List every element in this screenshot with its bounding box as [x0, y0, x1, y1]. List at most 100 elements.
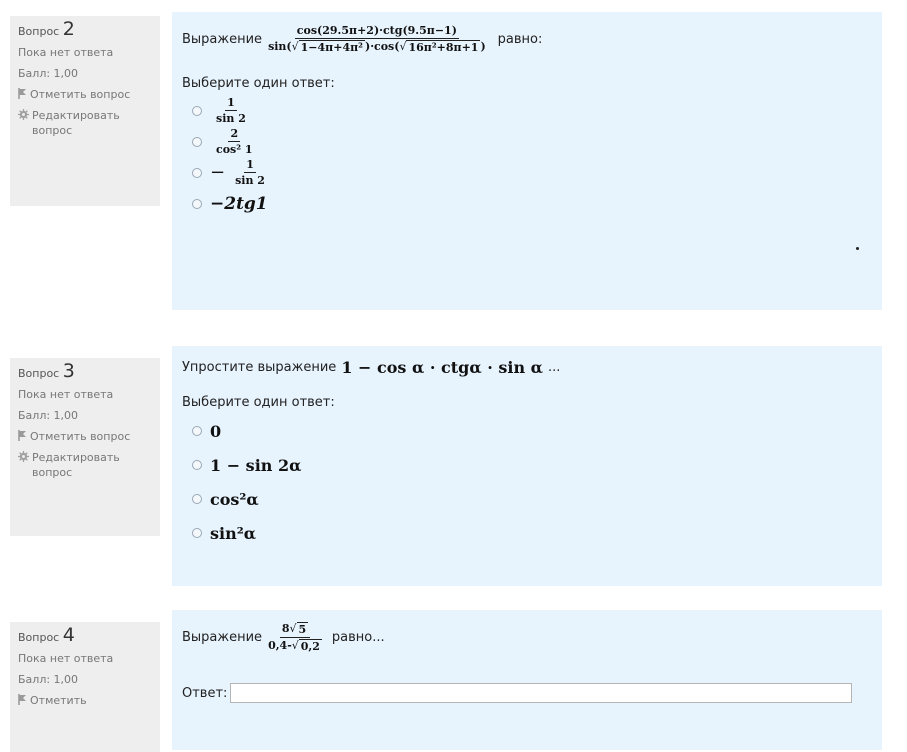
expression-denominator: 0,4- √ 0,2	[266, 638, 324, 653]
option-text: cos²α	[210, 489, 259, 509]
question-info-2: Вопрос 2 Пока нет ответа Балл: 1,00 Отме…	[10, 16, 160, 206]
gear-icon	[18, 109, 29, 120]
question-content-3: Упростите выражение 1 − cos α · ctgα · s…	[172, 346, 882, 586]
answer-input[interactable]	[230, 683, 853, 703]
question-suffix: равно...	[331, 630, 385, 645]
expression-numerator: cos(29.5π+2)·ctg(9.5π−1)	[294, 24, 459, 39]
option-text: −2tg1	[210, 193, 268, 214]
option-sign: −	[210, 162, 226, 183]
question-suffix: ...	[547, 360, 561, 375]
option-fraction: 2 cos² 1	[214, 127, 255, 156]
sqrt-numerator: √ 5	[289, 622, 309, 636]
flag-question-link[interactable]: Отметить вопрос	[18, 429, 152, 444]
stray-dot	[856, 247, 859, 250]
radio-button[interactable]	[192, 460, 202, 470]
question-number-value: 2	[62, 18, 75, 40]
answer-option[interactable]: 0	[182, 414, 872, 448]
question-text: Выражение cos(29.5π+2)·ctg(9.5π−1) sin(√…	[182, 24, 872, 54]
radicand-2: 16π²+8π+1	[406, 40, 481, 54]
denominator-part: )	[480, 40, 486, 53]
flag-question-label: Отметить	[30, 694, 87, 707]
question-info-3: Вопрос 3 Пока нет ответа Балл: 1,00 Отме…	[10, 358, 160, 536]
flag-question-link[interactable]: Отметить вопрос	[18, 87, 152, 102]
expression-denominator: sin(√ 1−4π+4π²)·cos(√ 16π²+8π+1)	[266, 39, 488, 54]
question-prefix: Выражение	[182, 31, 263, 47]
question-number-3: Вопрос 3	[18, 362, 152, 381]
flag-question-label: Отметить вопрос	[30, 430, 131, 443]
radio-button[interactable]	[192, 167, 202, 178]
sqrt-denominator: √ 0,2	[291, 639, 322, 653]
option-text: sin²α	[210, 523, 257, 543]
question-status: Пока нет ответа	[18, 652, 114, 665]
denominator-part: 0,4-	[268, 639, 292, 652]
radio-button[interactable]	[192, 494, 202, 504]
question-grade: Балл: 1,00	[18, 409, 79, 422]
question-status: Пока нет ответа	[18, 388, 114, 401]
question-prefix: Выражение	[182, 630, 263, 645]
question-info-4: Вопрос 4 Пока нет ответа Балл: 1,00 Отме…	[10, 622, 160, 752]
question-content-2: Выражение cos(29.5π+2)·ctg(9.5π−1) sin(√…	[172, 12, 882, 310]
answer-option[interactable]: sin²α	[182, 516, 872, 550]
radicand: 5	[296, 622, 309, 636]
question-number-value: 4	[62, 624, 75, 646]
question-label: Вопрос	[18, 631, 60, 644]
expression-fraction: 8 √ 5 0,4- √ 0,2	[266, 622, 324, 653]
option-fraction: 1 sin 2	[233, 158, 267, 187]
question-text: Выражение 8 √ 5 0,4- √ 0,2 равно...	[182, 622, 872, 653]
question-grade: Балл: 1,00	[18, 67, 79, 80]
flag-icon	[18, 88, 26, 99]
question-number-value: 3	[62, 360, 75, 382]
question-suffix: равно:	[497, 31, 543, 47]
radicand: 0,2	[298, 639, 322, 653]
answer-prompt: Выберите один ответ:	[182, 395, 335, 410]
answer-options: 0 1 − sin 2α cos²α sin²α	[182, 414, 872, 550]
question-prefix: Упростите выражение	[182, 360, 337, 375]
answer-option[interactable]: 1 sin 2	[182, 95, 872, 126]
sqrt-2: √ 16π²+8π+1	[399, 40, 481, 54]
flag-question-label: Отметить вопрос	[30, 88, 131, 101]
flag-question-link[interactable]: Отметить	[18, 693, 152, 708]
denominator-part: )·cos(	[364, 40, 400, 53]
question-grade: Балл: 1,00	[18, 673, 79, 686]
radio-button[interactable]	[192, 198, 202, 209]
question-label: Вопрос	[18, 25, 60, 38]
radio-button[interactable]	[192, 105, 202, 116]
answer-option[interactable]: −2tg1	[182, 188, 872, 219]
answer-option[interactable]: 1 − sin 2α	[182, 448, 872, 482]
answer-prompt: Выберите один ответ:	[182, 76, 335, 91]
answer-option[interactable]: − 1 sin 2	[182, 157, 872, 188]
edit-question-label: Редактировать вопрос	[32, 109, 120, 137]
question-text: Упростите выражение 1 − cos α · ctgα · s…	[182, 358, 872, 377]
option-denominator: cos² 1	[216, 143, 253, 156]
answer-option[interactable]: cos²α	[182, 482, 872, 516]
radio-button[interactable]	[192, 426, 202, 436]
question-status: Пока нет ответа	[18, 46, 114, 59]
numerator-coefficient: 8	[281, 622, 290, 635]
radio-button[interactable]	[192, 528, 202, 538]
edit-question-link[interactable]: Редактировать вопрос	[18, 108, 152, 138]
radio-button[interactable]	[192, 136, 202, 147]
gear-icon	[18, 451, 29, 462]
expression-numerator: 8 √ 5	[279, 622, 311, 638]
radicand-1: 1−4π+4π²	[298, 40, 365, 54]
answer-options: 1 sin 2 2 cos² 1 − 1 sin 2 −2tg1	[182, 95, 872, 219]
question-content-4: Выражение 8 √ 5 0,4- √ 0,2 равно... Ответ:	[172, 610, 882, 750]
edit-question-label: Редактировать вопрос	[32, 451, 120, 479]
flag-icon	[18, 430, 26, 441]
option-numerator: 1	[244, 158, 256, 173]
expression: 1 − cos α · ctgα · sin α	[341, 358, 543, 377]
answer-label: Ответ:	[182, 685, 228, 701]
expression-fraction: cos(29.5π+2)·ctg(9.5π−1) sin(√ 1−4π+4π²)·…	[266, 24, 488, 54]
option-numerator: 1	[225, 96, 237, 111]
question-number-2: Вопрос 2	[18, 20, 152, 39]
option-numerator: 2	[228, 127, 241, 142]
option-fraction: 1 sin 2	[214, 96, 248, 125]
sqrt-1: √ 1−4π+4π²	[291, 40, 365, 54]
answer-option[interactable]: 2 cos² 1	[182, 126, 872, 157]
option-text: 0	[210, 421, 222, 441]
question-number-4: Вопрос 4	[18, 626, 152, 645]
edit-question-link[interactable]: Редактировать вопрос	[18, 450, 152, 480]
question-label: Вопрос	[18, 367, 60, 380]
answer-row: Ответ:	[182, 683, 872, 703]
option-denominator: sin 2	[235, 174, 265, 187]
